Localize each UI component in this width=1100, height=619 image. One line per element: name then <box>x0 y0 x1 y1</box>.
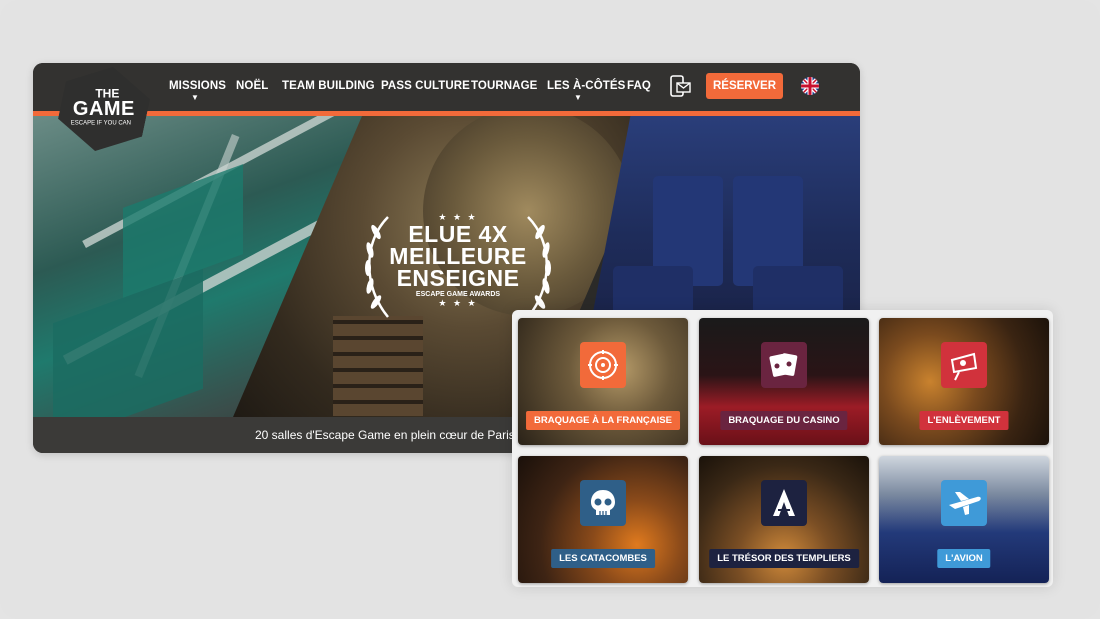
mission-label: LE TRÉSOR DES TEMPLIERS <box>709 549 859 568</box>
mission-card-braquage-francaise[interactable]: BRAQUAGE À LA FRANÇAISE <box>518 318 688 445</box>
missions-grid: BRAQUAGE À LA FRANÇAISE BRAQUAGE DU CASI… <box>512 310 1053 587</box>
nav-noel[interactable]: NOËL <box>236 80 268 92</box>
logo-line2: GAME <box>72 97 135 120</box>
nav-faq[interactable]: FAQ <box>627 80 651 92</box>
mission-label: LES CATACOMBES <box>551 549 655 568</box>
nav-tournage[interactable]: TOURNAGE <box>471 80 537 92</box>
playing-cards-icon <box>761 342 807 388</box>
nav-les-a-cotes[interactable]: LES À-CÔTÉS <box>547 80 625 92</box>
chevron-down-icon: ▼ <box>574 93 582 102</box>
uk-flag-icon[interactable] <box>801 77 819 95</box>
logo-line3: ESCAPE IF YOU CAN <box>70 120 132 127</box>
airplane-icon <box>941 480 987 526</box>
mission-card-tresor-templiers[interactable]: LE TRÉSOR DES TEMPLIERS <box>699 456 869 583</box>
phone-mail-icon[interactable] <box>669 75 691 97</box>
nav-missions[interactable]: MISSIONS <box>169 80 226 92</box>
reserve-button[interactable]: RÉSERVER <box>706 73 783 99</box>
navbar: MISSIONS ▼ NOËL TEAM BUILDING PASS CULTU… <box>33 63 860 116</box>
templar-emblem-icon <box>761 480 807 526</box>
laurel-left-icon <box>365 216 389 318</box>
nav-team-building[interactable]: TEAM BUILDING <box>282 80 375 92</box>
hero-caption: 20 salles d'Escape Game en plein cœur de… <box>255 428 536 442</box>
mission-card-avion[interactable]: L'AVION <box>879 456 1049 583</box>
mission-label: BRAQUAGE À LA FRANÇAISE <box>526 411 680 430</box>
nav-pass-culture[interactable]: PASS CULTURE <box>381 80 470 92</box>
skull-icon <box>580 480 626 526</box>
mission-label: L'AVION <box>937 549 991 568</box>
laurel-right-icon <box>527 216 551 318</box>
kidnap-note-icon <box>941 342 987 388</box>
mission-label: BRAQUAGE DU CASINO <box>720 411 848 430</box>
mission-card-braquage-casino[interactable]: BRAQUAGE DU CASINO <box>699 318 869 445</box>
mission-label: L'ENLÈVEMENT <box>919 411 1009 430</box>
chevron-down-icon: ▼ <box>191 93 199 102</box>
vault-dial-icon <box>580 342 626 388</box>
mission-card-enlevement[interactable]: L'ENLÈVEMENT <box>879 318 1049 445</box>
mission-card-catacombes[interactable]: LES CATACOMBES <box>518 456 688 583</box>
